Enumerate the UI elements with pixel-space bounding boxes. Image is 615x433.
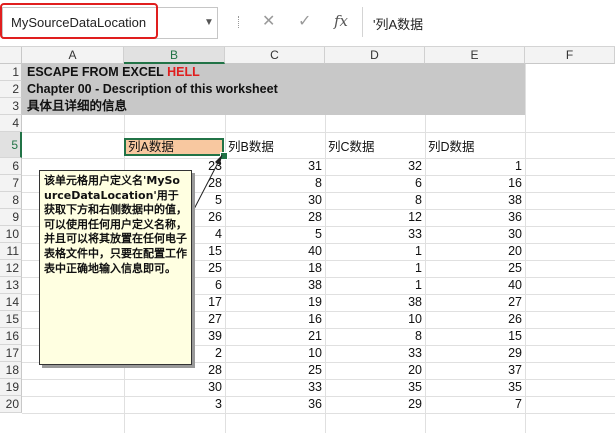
cell-comment-box[interactable]: 该单元格用户定义名'MySourceDataLocation'用于获取下方和右侧…	[39, 170, 192, 365]
comment-text: 该单元格用户定义名'MySourceDataLocation'用于获取下方和右侧…	[44, 174, 187, 275]
comment-arrow-head	[215, 155, 222, 165]
comment-arrow-line	[191, 154, 223, 214]
